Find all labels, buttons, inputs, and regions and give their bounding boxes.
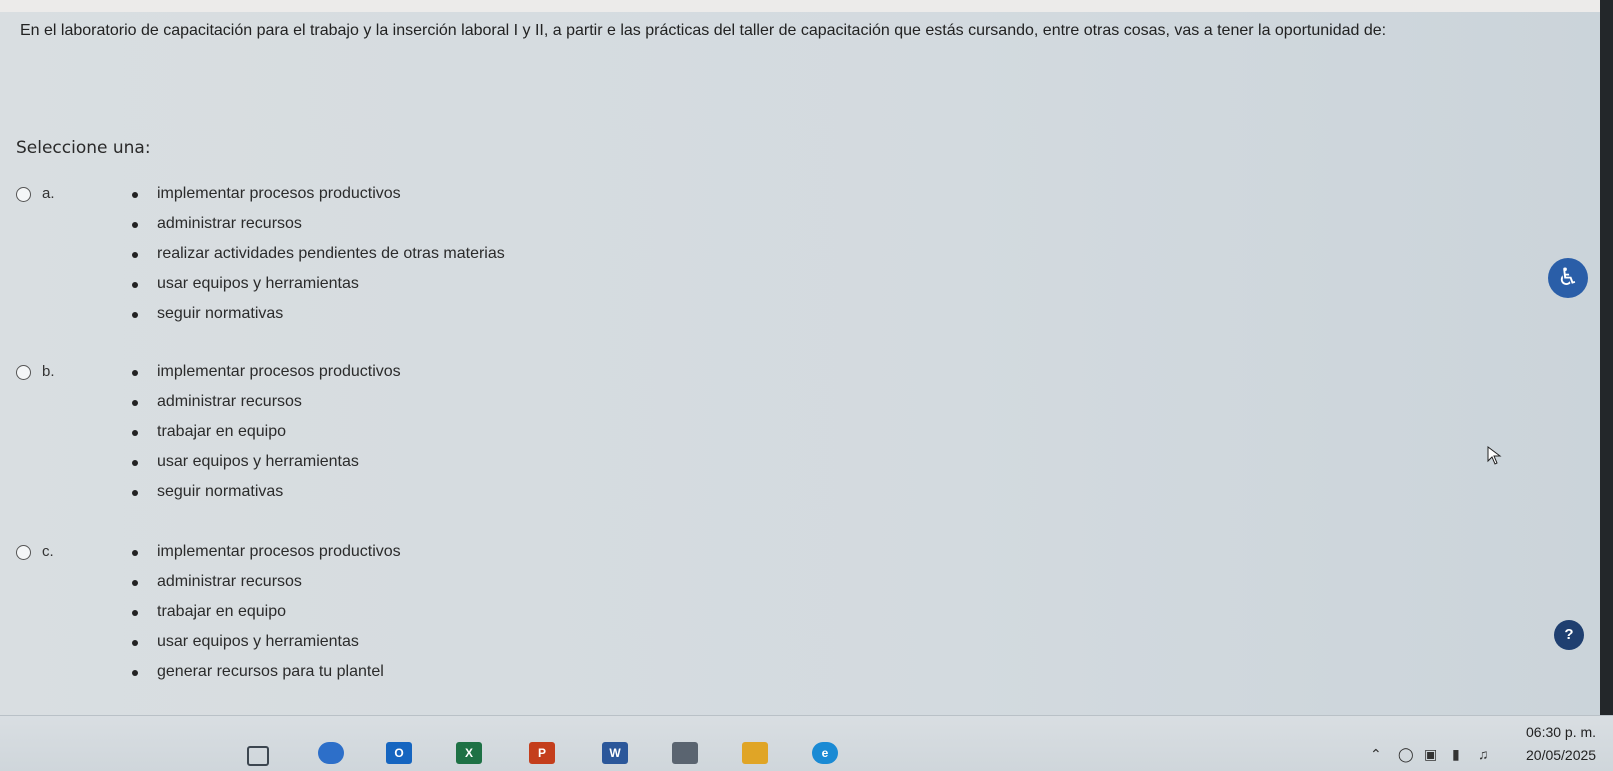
screen-edge	[1600, 0, 1613, 715]
accessibility-button[interactable]: ♿	[1548, 258, 1588, 298]
task-view-icon[interactable]	[247, 746, 269, 766]
option-a-letter: a.	[42, 185, 55, 202]
option-b-letter: b.	[42, 363, 55, 380]
excel-icon[interactable]: X	[456, 742, 482, 764]
word-icon[interactable]: W	[602, 742, 628, 764]
printer-icon[interactable]	[672, 742, 698, 764]
clock-time[interactable]: 06:30 p. m.	[1526, 724, 1596, 740]
top-strip	[0, 0, 1613, 12]
file-explorer-icon[interactable]	[742, 742, 768, 764]
accessibility-icon: ♿	[1557, 264, 1579, 291]
radio-option-c[interactable]	[16, 545, 31, 560]
question-text: En el laboratorio de capacitación para e…	[20, 22, 1387, 39]
volume-icon[interactable]: ♫	[1478, 746, 1489, 762]
network-icon[interactable]: ◯	[1398, 746, 1414, 763]
mouse-cursor-icon	[1487, 446, 1502, 465]
clock-date[interactable]: 20/05/2025	[1526, 747, 1596, 763]
taskbar: O X P W e ⌃ ◯ ▣ ▮ ♫ 06:30 p. m. 20/05/20…	[0, 715, 1613, 771]
powerpoint-icon[interactable]: P	[529, 742, 555, 764]
help-button[interactable]: ?	[1554, 620, 1584, 650]
option-c-letter: c.	[42, 543, 54, 560]
tablet-mode-icon[interactable]: ▣	[1424, 746, 1437, 763]
edge-icon[interactable]: e	[812, 742, 838, 764]
chevron-up-icon[interactable]: ⌃	[1370, 746, 1382, 763]
onedrive-icon[interactable]	[318, 742, 344, 764]
radio-option-b[interactable]	[16, 365, 31, 380]
radio-option-a[interactable]	[16, 187, 31, 202]
select-one-label: Seleccione una:	[16, 138, 151, 158]
battery-icon[interactable]: ▮	[1452, 746, 1460, 763]
outlook-icon[interactable]: O	[386, 742, 412, 764]
